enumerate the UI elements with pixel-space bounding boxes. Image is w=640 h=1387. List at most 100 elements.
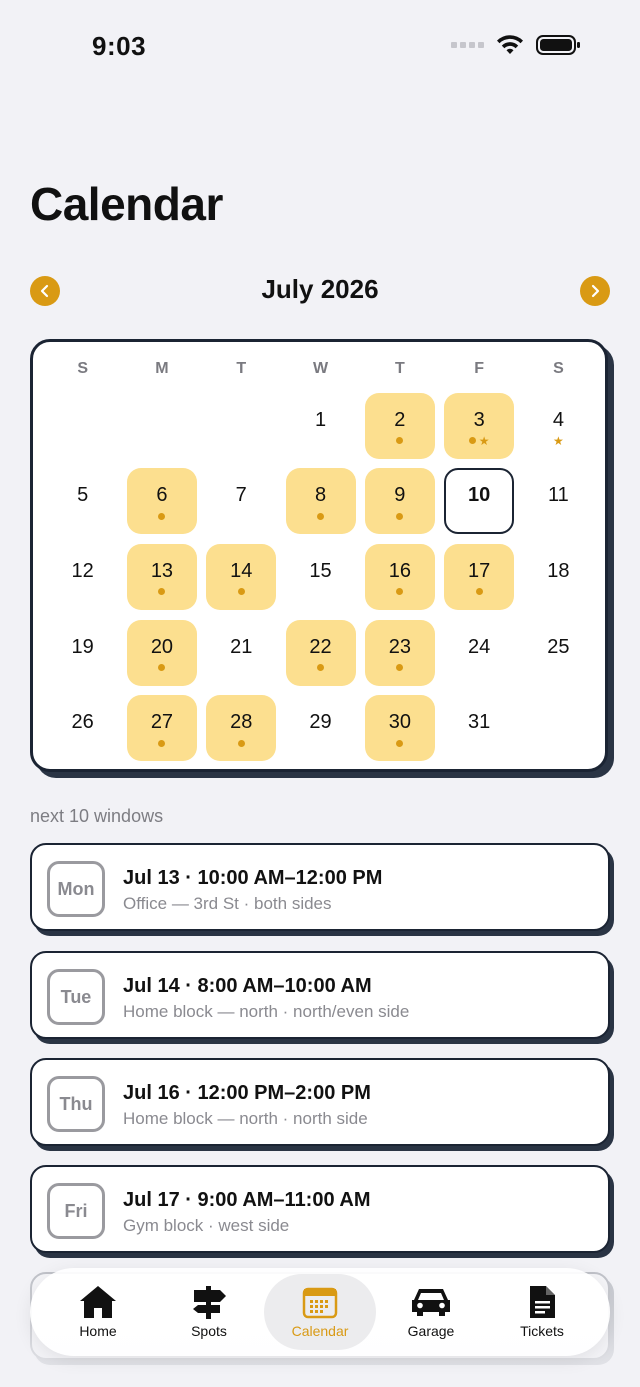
- calendar-day[interactable]: 18: [523, 544, 593, 610]
- month-label: July 2026: [261, 274, 379, 304]
- day-number: 6: [156, 484, 168, 507]
- calendar-day[interactable]: 30: [364, 695, 435, 762]
- calendar-icon: [302, 1287, 338, 1319]
- calendar-cell: 9: [360, 464, 439, 540]
- calendar-day[interactable]: 29: [286, 695, 356, 761]
- calendar-cell: 27: [122, 690, 201, 766]
- tab-calendar[interactable]: Calendar: [264, 1274, 376, 1350]
- calendar-day[interactable]: 1: [286, 393, 356, 459]
- tab-garage[interactable]: Garage: [375, 1274, 487, 1350]
- calendar-cell: 26: [43, 690, 122, 766]
- day-number: 1: [314, 408, 327, 431]
- day-number: 19: [71, 635, 94, 658]
- tab-spots[interactable]: Spots: [153, 1274, 265, 1350]
- page-title: Calendar: [30, 178, 223, 230]
- day-number: 8: [314, 484, 327, 507]
- day-number: 5: [77, 484, 89, 507]
- calendar-day[interactable]: 25: [523, 620, 593, 686]
- calendar-day[interactable]: 23: [364, 619, 435, 686]
- calendar-day[interactable]: 8: [285, 468, 356, 535]
- day-markers: [158, 587, 166, 597]
- window-card[interactable]: Tue Jul 14 · 8:00 AM–10:00 AM Home block…: [30, 951, 610, 1039]
- calendar-day[interactable]: 6: [126, 468, 197, 535]
- calendar-day[interactable]: 19: [48, 620, 118, 686]
- weekday-label: T: [236, 360, 247, 377]
- day-number: 26: [71, 711, 94, 734]
- day-number: 21: [230, 635, 253, 658]
- weekday-badge: Fri: [47, 1183, 105, 1239]
- window-card[interactable]: Thu Jul 16 · 12:00 PM–2:00 PM Home block…: [30, 1058, 610, 1146]
- event-dot-icon: [158, 512, 166, 520]
- calendar-day[interactable]: 14: [206, 543, 277, 610]
- calendar-day-today[interactable]: 10: [444, 468, 515, 535]
- calendar-cell: 16: [360, 539, 439, 615]
- event-dot-icon: [468, 437, 476, 445]
- calendar-day[interactable]: 17: [444, 543, 515, 610]
- star-icon: ★: [553, 433, 564, 448]
- day-number: 24: [468, 635, 491, 658]
- tab-label: Spots: [191, 1323, 227, 1339]
- house-icon: [80, 1286, 116, 1318]
- day-number: 4: [552, 408, 564, 431]
- calendar-day[interactable]: 21: [206, 620, 276, 686]
- window-title: Jul 14 · 8:00 AM–10:00 AM: [123, 975, 372, 997]
- calendar-cell: 3 ★: [439, 388, 518, 464]
- calendar-day[interactable]: 2: [364, 392, 435, 459]
- calendar-day[interactable]: 31: [444, 695, 514, 761]
- event-dot-icon: [396, 664, 404, 672]
- window-card[interactable]: Fri Jul 17 · 9:00 AM–11:00 AM Gym block …: [30, 1165, 610, 1253]
- calendar-day[interactable]: 11: [523, 468, 593, 534]
- calendar-day[interactable]: 24: [444, 620, 514, 686]
- calendar-day[interactable]: 9: [364, 468, 435, 535]
- calendar-cell: 5: [43, 464, 122, 540]
- window-card[interactable]: Mon Jul 13 · 10:00 AM–12:00 PM Office — …: [30, 843, 610, 931]
- weekday-label: S: [77, 360, 88, 377]
- next-month-button[interactable]: [580, 276, 610, 306]
- calendar-day[interactable]: 27: [126, 695, 197, 762]
- day-number: 11: [548, 484, 569, 507]
- calendar-day[interactable]: 28: [206, 695, 277, 762]
- calendar-day[interactable]: 22: [285, 619, 356, 686]
- day-markers: [396, 511, 404, 521]
- calendar-cell: 2: [360, 388, 439, 464]
- calendar-day[interactable]: 26: [48, 695, 118, 761]
- day-markers: ★: [468, 435, 490, 447]
- calendar-cell: 13: [122, 539, 201, 615]
- battery-icon: [536, 35, 580, 55]
- event-dot-icon: [317, 664, 325, 672]
- calendar-cell: 29: [281, 690, 360, 766]
- calendar-day[interactable]: 15: [286, 544, 356, 610]
- calendar-day[interactable]: 12: [48, 544, 118, 610]
- day-number: 12: [71, 559, 94, 582]
- calendar-day[interactable]: 4 ★: [523, 393, 593, 459]
- calendar-week: 19 20 21 22 23 24 25: [43, 615, 599, 691]
- day-markers: [396, 587, 404, 597]
- day-number: 22: [309, 635, 332, 658]
- calendar-day[interactable]: 13: [126, 543, 197, 610]
- calendar-day[interactable]: 5: [48, 468, 118, 534]
- status-icons: [451, 34, 582, 56]
- window-title: Jul 17 · 9:00 AM–11:00 AM: [123, 1189, 371, 1211]
- event-dot-icon: [237, 588, 245, 596]
- day-number: 15: [309, 559, 332, 582]
- day-number: 9: [394, 484, 406, 507]
- calendar-cell: 18: [519, 539, 598, 615]
- day-number: 3: [473, 408, 485, 431]
- calendar-day[interactable]: 16: [364, 543, 435, 610]
- calendar-cell: 1: [281, 388, 360, 464]
- tab-label: Tickets: [520, 1323, 564, 1339]
- calendar-week: 1 2 3 ★ 4 ★: [43, 388, 599, 464]
- screen: 9:03 Calendar July 2026 S M T W T F S 1 …: [0, 0, 640, 1387]
- tab-home[interactable]: Home: [42, 1274, 154, 1350]
- tab-bar: Home Spots Calendar Garage Tickets: [30, 1268, 610, 1356]
- weekday-label: T: [394, 360, 405, 377]
- tab-tickets[interactable]: Tickets: [486, 1274, 598, 1350]
- calendar-day[interactable]: 3 ★: [444, 392, 515, 459]
- day-number: 14: [230, 559, 253, 582]
- event-dot-icon: [158, 588, 166, 596]
- calendar-cell: [202, 388, 281, 464]
- calendar-day[interactable]: 7: [206, 468, 276, 534]
- calendar-day[interactable]: 20: [126, 619, 197, 686]
- calendar-cell: 10: [439, 464, 518, 540]
- calendar-cell: 8: [281, 464, 360, 540]
